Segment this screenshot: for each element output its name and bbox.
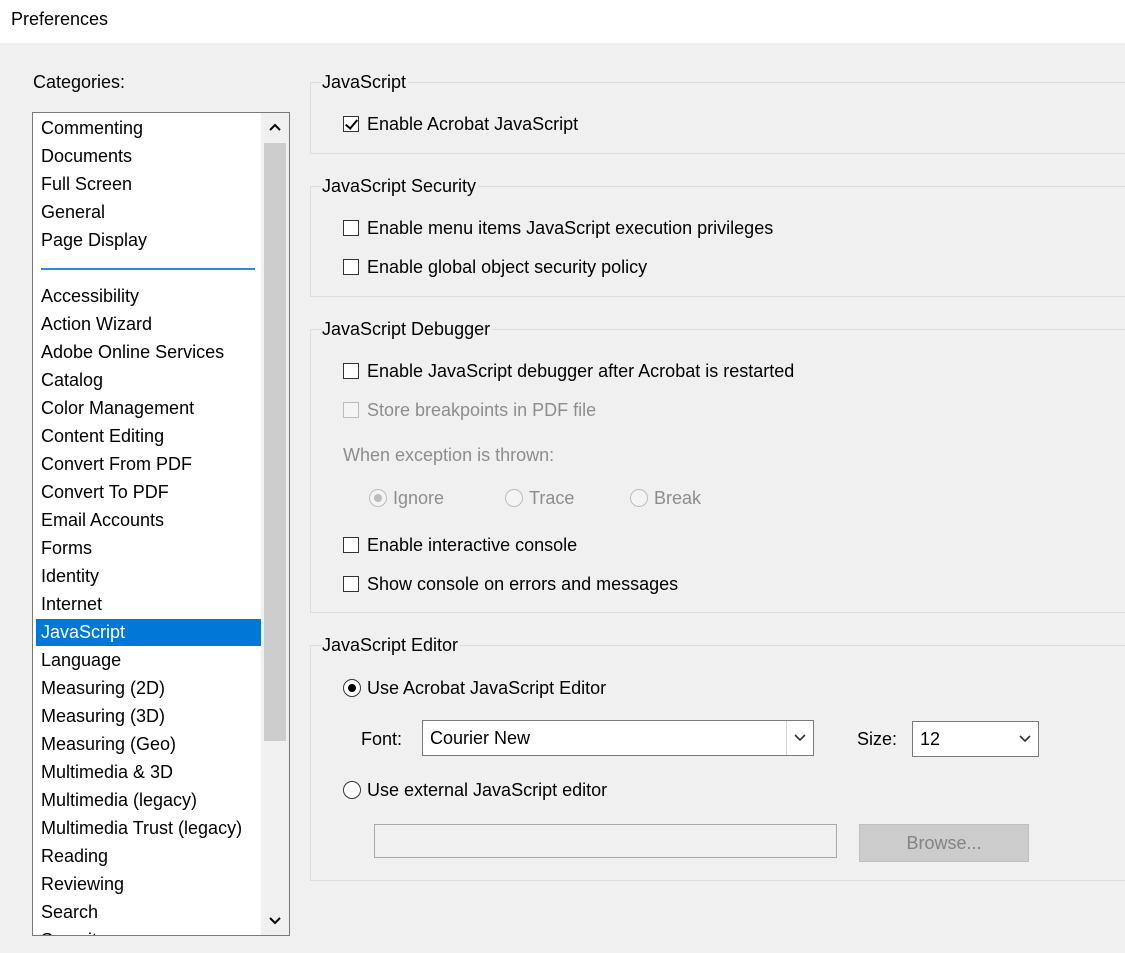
window-title: Preferences [11, 9, 109, 29]
show-console-row[interactable]: Show console on errors and messages [343, 572, 678, 596]
chevron-up-icon[interactable] [261, 113, 289, 141]
store-breakpoints-row: Store breakpoints in PDF file [343, 398, 596, 422]
list-item-measuring-geo[interactable]: Measuring (Geo) [36, 731, 261, 758]
checkmark-icon [344, 116, 359, 130]
enable-debugger-label: Enable JavaScript debugger after Acrobat… [367, 360, 795, 381]
list-item-internet[interactable]: Internet [36, 591, 261, 618]
categories-list[interactable]: Commenting Documents Full Screen General… [32, 112, 290, 936]
list-item-reading[interactable]: Reading [36, 843, 261, 870]
scroll-thumb[interactable] [264, 143, 286, 741]
font-select[interactable]: Courier New [422, 720, 814, 756]
menu-items-privileges-row[interactable]: Enable menu items JavaScript execution p… [343, 216, 773, 240]
enable-javascript-row[interactable]: Enable Acrobat JavaScript [343, 112, 578, 136]
exception-trace-label: Trace [529, 487, 575, 508]
list-item-accessibility[interactable]: Accessibility [36, 283, 261, 310]
size-label: Size: [857, 728, 898, 749]
chevron-down-icon [1012, 722, 1038, 756]
use-acrobat-editor-label: Use Acrobat JavaScript Editor [367, 677, 607, 698]
list-item-action-wizard[interactable]: Action Wizard [36, 311, 261, 338]
show-console-checkbox[interactable] [343, 576, 359, 592]
exception-break-radio [630, 489, 648, 507]
enable-debugger-row[interactable]: Enable JavaScript debugger after Acrobat… [343, 359, 794, 383]
use-acrobat-editor-row[interactable]: Use Acrobat JavaScript Editor [343, 676, 606, 700]
use-acrobat-editor-radio[interactable] [343, 679, 361, 697]
use-external-editor-label: Use external JavaScript editor [367, 779, 608, 800]
interactive-console-row[interactable]: Enable interactive console [343, 533, 577, 557]
categories-label: Categories: [33, 72, 126, 92]
list-item-catalog[interactable]: Catalog [36, 367, 261, 394]
chevron-down-icon [786, 721, 813, 755]
store-breakpoints-checkbox [343, 402, 359, 418]
size-select[interactable]: 12 [912, 721, 1039, 757]
exception-break-row: Break [630, 486, 701, 510]
list-item-search[interactable]: Search [36, 899, 261, 926]
list-item-identity[interactable]: Identity [36, 563, 261, 590]
list-item-measuring-3d[interactable]: Measuring (3D) [36, 703, 261, 730]
show-console-label: Show console on errors and messages [367, 573, 679, 594]
list-item-multimedia-legacy[interactable]: Multimedia (legacy) [36, 787, 261, 814]
menu-items-privileges-checkbox[interactable] [343, 220, 359, 236]
font-select-value: Courier New [430, 727, 531, 748]
list-item-reviewing[interactable]: Reviewing [36, 871, 261, 898]
title-bar: Preferences [0, 0, 1125, 43]
list-item-general[interactable]: General [36, 199, 261, 226]
exception-ignore-label: Ignore [393, 487, 445, 508]
javascript-group-title: JavaScript [322, 72, 409, 93]
list-item-multimedia-3d[interactable]: Multimedia & 3D [36, 759, 261, 786]
global-security-policy-label: Enable global object security policy [367, 256, 648, 277]
global-security-policy-checkbox[interactable] [343, 259, 359, 275]
javascript-editor-title: JavaScript Editor [322, 635, 461, 656]
global-security-policy-row[interactable]: Enable global object security policy [343, 255, 647, 279]
size-select-value: 12 [920, 728, 941, 749]
exception-ignore-row: Ignore [369, 486, 444, 510]
use-external-editor-radio[interactable] [343, 781, 361, 799]
list-item-commenting[interactable]: Commenting [36, 115, 261, 142]
list-item-measuring-2d[interactable]: Measuring (2D) [36, 675, 261, 702]
list-item-email-accounts[interactable]: Email Accounts [36, 507, 261, 534]
interactive-console-checkbox[interactable] [343, 537, 359, 553]
store-breakpoints-label: Store breakpoints in PDF file [367, 399, 597, 420]
external-editor-path-field [374, 824, 837, 858]
browse-button: Browse... [859, 824, 1029, 862]
exception-trace-row: Trace [505, 486, 574, 510]
list-item-documents[interactable]: Documents [36, 143, 261, 170]
enable-javascript-checkbox[interactable] [343, 116, 359, 132]
exception-trace-radio [505, 489, 523, 507]
enable-javascript-label: Enable Acrobat JavaScript [367, 113, 579, 134]
list-separator [41, 268, 255, 270]
list-item-adobe-online-services[interactable]: Adobe Online Services [36, 339, 261, 366]
interactive-console-label: Enable interactive console [367, 534, 578, 555]
list-item-security[interactable]: Security [36, 927, 261, 935]
list-item-language[interactable]: Language [36, 647, 261, 674]
list-item-full-screen[interactable]: Full Screen [36, 171, 261, 198]
enable-debugger-checkbox[interactable] [343, 363, 359, 379]
javascript-security-title: JavaScript Security [322, 176, 479, 197]
list-item-multimedia-trust-legacy[interactable]: Multimedia Trust (legacy) [36, 815, 261, 842]
javascript-debugger-title: JavaScript Debugger [322, 319, 493, 340]
exception-label: When exception is thrown: [343, 444, 555, 465]
chevron-down-icon[interactable] [261, 907, 289, 935]
menu-items-privileges-label: Enable menu items JavaScript execution p… [367, 217, 774, 238]
exception-ignore-radio [369, 489, 387, 507]
list-item-page-display[interactable]: Page Display [36, 227, 261, 254]
use-external-editor-row[interactable]: Use external JavaScript editor [343, 778, 607, 802]
list-item-convert-to-pdf[interactable]: Convert To PDF [36, 479, 261, 506]
list-item-convert-from-pdf[interactable]: Convert From PDF [36, 451, 261, 478]
exception-break-label: Break [654, 487, 702, 508]
list-item-color-management[interactable]: Color Management [36, 395, 261, 422]
categories-scrollbar[interactable] [261, 113, 289, 935]
javascript-security-group [310, 186, 1125, 297]
font-label: Font: [361, 728, 403, 749]
list-item-content-editing[interactable]: Content Editing [36, 423, 261, 450]
list-item-javascript[interactable]: JavaScript [36, 619, 261, 646]
list-item-forms[interactable]: Forms [36, 535, 261, 562]
